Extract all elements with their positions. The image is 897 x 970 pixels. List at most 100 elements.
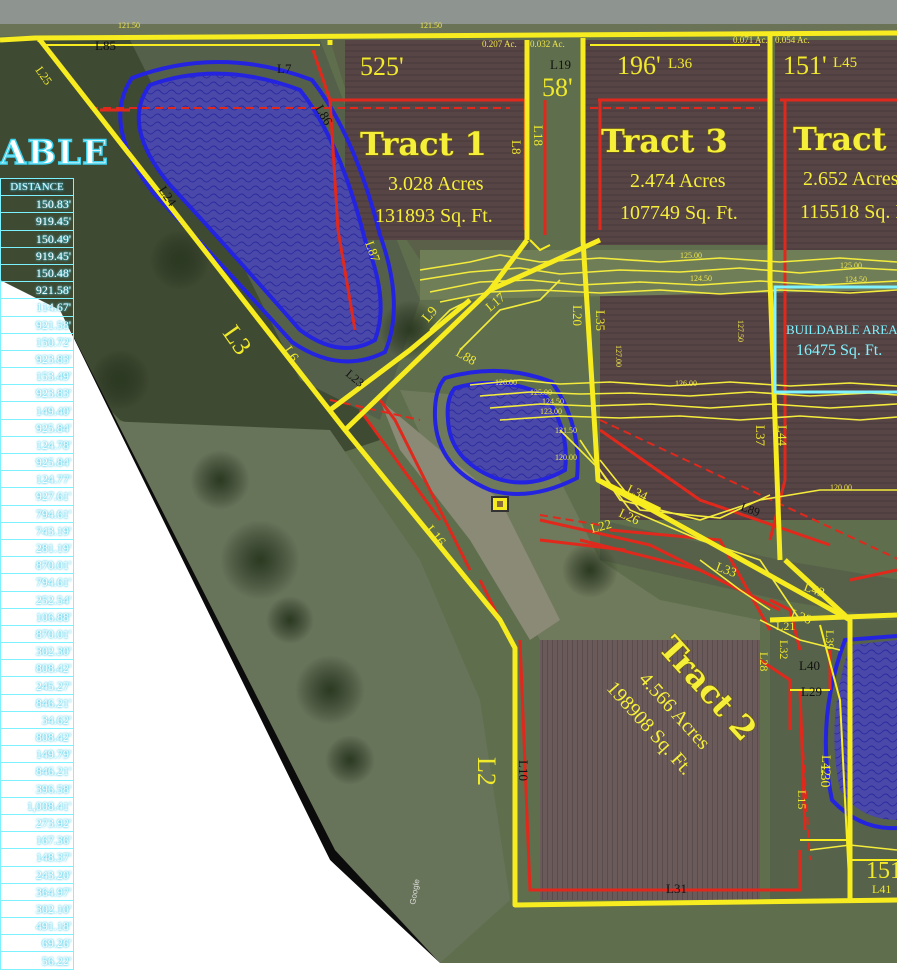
- table-row: 302.30': [0, 642, 74, 661]
- table-row: 794.61': [0, 504, 74, 523]
- table-row: 927.61': [0, 487, 74, 506]
- table-row: 252.54': [0, 590, 74, 609]
- table-row: 925.84': [0, 452, 74, 472]
- line-label-L18: L18: [531, 125, 546, 146]
- line-label-L8: L8: [509, 140, 524, 154]
- table-row: 150.48': [0, 263, 74, 283]
- table-row: 150.72': [0, 332, 74, 351]
- table-row: 846.21': [0, 762, 74, 781]
- contour-label: 123.00: [540, 407, 562, 416]
- contour-label: 124.50: [690, 274, 712, 283]
- distance-cell: 245.27': [0, 676, 74, 695]
- tract-4-title: Tract 4: [793, 120, 897, 158]
- table-row: 870.01': [0, 556, 74, 575]
- line-label-L32: L32: [777, 640, 791, 659]
- distance-cell: 396.58': [0, 779, 74, 798]
- line-label-L29: L29: [801, 684, 822, 699]
- distance-cell: 149.79': [0, 745, 74, 764]
- contour-label: 124.50: [542, 397, 564, 406]
- line-label-L36: L36: [668, 56, 693, 72]
- line-label-L20: L20: [570, 305, 585, 326]
- buildable-area-label: BUILDABLE AREA: [786, 322, 897, 337]
- distance-cell: 927.61': [0, 487, 74, 506]
- distance-cell: 153.49': [0, 367, 74, 386]
- contour-label: 120.00: [555, 453, 577, 462]
- line-label-L41: L41: [872, 882, 891, 896]
- distance-cell: 114.67': [0, 298, 74, 317]
- table-row: 149.40': [0, 401, 74, 420]
- table-row: 808.42': [0, 659, 74, 678]
- distance-cell: 281.19': [0, 538, 74, 558]
- tract-3-sqft: 107749 Sq. Ft.: [620, 202, 738, 224]
- distance-column-header: DISTANCE: [0, 177, 74, 197]
- frontage-tract-4: 151': [783, 51, 827, 80]
- table-row: 870.01': [0, 624, 74, 644]
- contour-label: 127.50: [736, 320, 745, 342]
- distance-cell: 808.42': [0, 727, 74, 747]
- line-label-L35: L35: [593, 310, 608, 331]
- distance-cell: 1,008.41': [0, 796, 74, 815]
- distance-cell: 243.20': [0, 865, 74, 884]
- distance-cell: 921.58': [0, 281, 74, 300]
- line-label-L30: L30: [817, 765, 832, 788]
- distance-cell: 808.42': [0, 659, 74, 678]
- distance-cell: 150.48': [0, 263, 74, 283]
- distance-cell: 794.61': [0, 504, 74, 523]
- distance-cell: 150.83': [0, 195, 74, 214]
- site-plan-map: BUILDABLE AREA 16475 Sq. Ft. Tract 1 3.0…: [0, 0, 897, 963]
- line-label-L21: L21: [776, 619, 795, 633]
- distance-cell: 56.22': [0, 951, 74, 970]
- tract-1-acres: 3.028 Acres: [388, 173, 484, 195]
- contour-label: 125.00: [680, 251, 702, 260]
- table-row: 364.97': [0, 882, 74, 901]
- line-label-L44: L44: [775, 425, 790, 446]
- table-row: 1,008.41': [0, 796, 74, 815]
- distance-cell: 925.84': [0, 418, 74, 437]
- contour-label: 121.50: [555, 426, 577, 435]
- distance-cell: 302.30': [0, 642, 74, 661]
- table-row: 149.79': [0, 745, 74, 764]
- line-label-L45: L45: [833, 55, 857, 71]
- tract-3-title: Tract 3: [601, 122, 728, 160]
- table-row: 491.18': [0, 917, 74, 936]
- table-row: 124.78': [0, 435, 74, 455]
- distance-cell: 273.92': [0, 813, 74, 833]
- distance-cell: 106.88': [0, 607, 74, 626]
- table-row: 921.58': [0, 281, 74, 300]
- table-row: 923.83': [0, 384, 74, 403]
- tract-1-sqft: 131893 Sq. Ft.: [375, 205, 493, 227]
- frontage-tract-1: 525': [360, 52, 404, 81]
- line-label-L10: L10: [516, 760, 531, 781]
- acre-note-3: 0.071 Ac.: [733, 35, 768, 45]
- frontage-58: 58': [542, 73, 573, 102]
- acre-note-4: 0.054 Ac.: [775, 35, 810, 45]
- distance-cell: 491.18': [0, 917, 74, 936]
- table-row: 150.83': [0, 195, 74, 214]
- structure-icon: [491, 496, 509, 512]
- table-row: 923.83': [0, 349, 74, 369]
- line-label-L28: L28: [757, 652, 771, 671]
- contour-label: 121.50: [118, 21, 140, 30]
- distance-cell: 870.01': [0, 624, 74, 644]
- distance-cell: 149.40': [0, 401, 74, 420]
- table-row: 150.49': [0, 229, 74, 248]
- table-row: 743.19': [0, 521, 74, 540]
- table-row: 919.45': [0, 246, 74, 265]
- table-row: 808.42': [0, 727, 74, 747]
- distance-cell: 150.72': [0, 332, 74, 351]
- contour-label: 121.50: [420, 21, 442, 30]
- acre-note-2: 0.032 Ac.: [530, 39, 565, 49]
- buildable-area-sqft: 16475 Sq. Ft.: [796, 342, 882, 359]
- table-row: 281.19': [0, 538, 74, 558]
- table-row: 243.20': [0, 865, 74, 884]
- table-row: 153.49': [0, 367, 74, 386]
- distance-cell: 252.54': [0, 590, 74, 609]
- distance-cell: 124.78': [0, 435, 74, 455]
- distance-cell: 364.97': [0, 882, 74, 901]
- table-row: 794.61': [0, 573, 74, 592]
- table-row: 167.36': [0, 831, 74, 850]
- distance-cell: 794.61': [0, 573, 74, 592]
- distance-table-body: 150.83' 919.45' 150.49' 919.45' 150.48' 921.5…: [0, 195, 74, 970]
- table-row: 114.67': [0, 298, 74, 317]
- distance-cell: 923.83': [0, 349, 74, 369]
